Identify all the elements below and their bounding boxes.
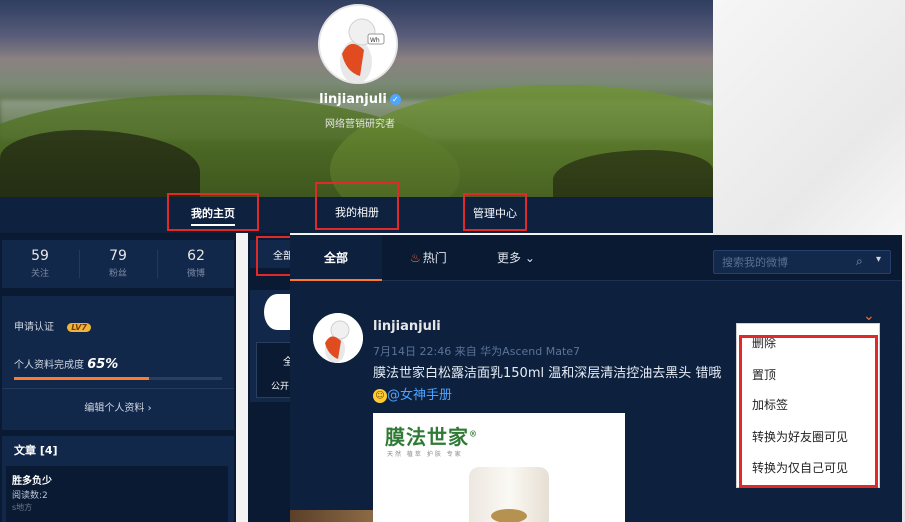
level-badge: LV7 bbox=[67, 323, 91, 332]
search-icon[interactable]: ⌕ bbox=[856, 254, 863, 269]
smile-emoji-icon: ☺ bbox=[373, 388, 387, 403]
post-avatar[interactable] bbox=[313, 313, 363, 363]
stat-divider bbox=[157, 250, 158, 278]
stats-panel: 59 关注 79 粉丝 62 微博 bbox=[2, 240, 234, 288]
verified-badge-icon: ✓ bbox=[389, 94, 401, 105]
search-input[interactable] bbox=[722, 251, 852, 273]
background-image-strip bbox=[290, 510, 373, 522]
search-box: ⌕ ▾ bbox=[713, 250, 891, 274]
post-username[interactable]: linjianjuli bbox=[373, 319, 441, 334]
avatar-figure-icon bbox=[313, 313, 363, 363]
stat-posts[interactable]: 62 微博 bbox=[166, 248, 226, 279]
product-tube-label bbox=[491, 509, 527, 522]
apply-certification-link[interactable]: 申请认证 LV7 bbox=[14, 318, 91, 333]
post-text: 膜法世家白松露洁面乳150ml 温和深层清洁控油去黑头 错哦☺ @女神手册 bbox=[373, 366, 722, 403]
edit-profile-link[interactable]: 编辑个人资料 › bbox=[2, 399, 234, 414]
nav-tab-management[interactable]: 管理中心 bbox=[463, 193, 527, 231]
profile-avatar[interactable]: Wh bbox=[318, 4, 398, 84]
feed-tab-all[interactable]: 全部 bbox=[290, 235, 382, 281]
svg-text:Wh: Wh bbox=[370, 37, 380, 44]
certification-panel: 申请认证 LV7 个人资料完成度 65% 编辑个人资料 › bbox=[2, 296, 234, 430]
flame-icon: ♨ bbox=[410, 251, 421, 265]
stat-following[interactable]: 59 关注 bbox=[10, 248, 70, 279]
caret-down-icon[interactable]: ▾ bbox=[876, 254, 881, 265]
articles-header[interactable]: 文章 [4] bbox=[14, 442, 58, 458]
nav-tab-album[interactable]: 我的相册 bbox=[315, 182, 399, 230]
feed-tab-more[interactable]: 更多 ⌄ bbox=[497, 235, 535, 281]
product-brand-logo: 膜法世家® bbox=[385, 425, 478, 449]
article-item[interactable]: 胜多负少 阅读数:2 s地方 bbox=[6, 466, 228, 522]
mention-link[interactable]: @女神手册 bbox=[387, 388, 452, 403]
background-avatar bbox=[264, 294, 290, 330]
divider bbox=[2, 388, 234, 389]
profile-bio: 网络营销研究者 bbox=[325, 119, 395, 130]
articles-panel: 文章 [4] 胜多负少 阅读数:2 s地方 bbox=[2, 436, 234, 522]
stat-followers[interactable]: 79 粉丝 bbox=[88, 248, 148, 279]
product-brand-subtitle: 天然 植萃 护肤 专家 bbox=[387, 451, 463, 458]
profile-completion: 个人资料完成度 65% bbox=[14, 357, 119, 372]
feed-tab-hot[interactable]: ♨ 热门 bbox=[410, 235, 447, 281]
post-meta[interactable]: 7月14日 22:46 来自 华为Ascend Mate7 bbox=[373, 343, 580, 359]
post-options-chevron-icon[interactable]: ⌄ bbox=[863, 308, 875, 324]
stat-divider bbox=[79, 250, 80, 278]
completion-progress-fill bbox=[14, 377, 150, 380]
completion-progress-bar bbox=[14, 377, 222, 380]
nav-tab-home[interactable]: 我的主页 bbox=[167, 193, 259, 231]
profile-username[interactable]: linjianjuli ✓ bbox=[300, 92, 420, 107]
background-visibility-box: 全 公开 bbox=[256, 342, 293, 398]
post-image[interactable]: 膜法世家® 天然 植萃 护肤 专家 bbox=[373, 413, 625, 522]
highlight-box bbox=[739, 335, 878, 488]
